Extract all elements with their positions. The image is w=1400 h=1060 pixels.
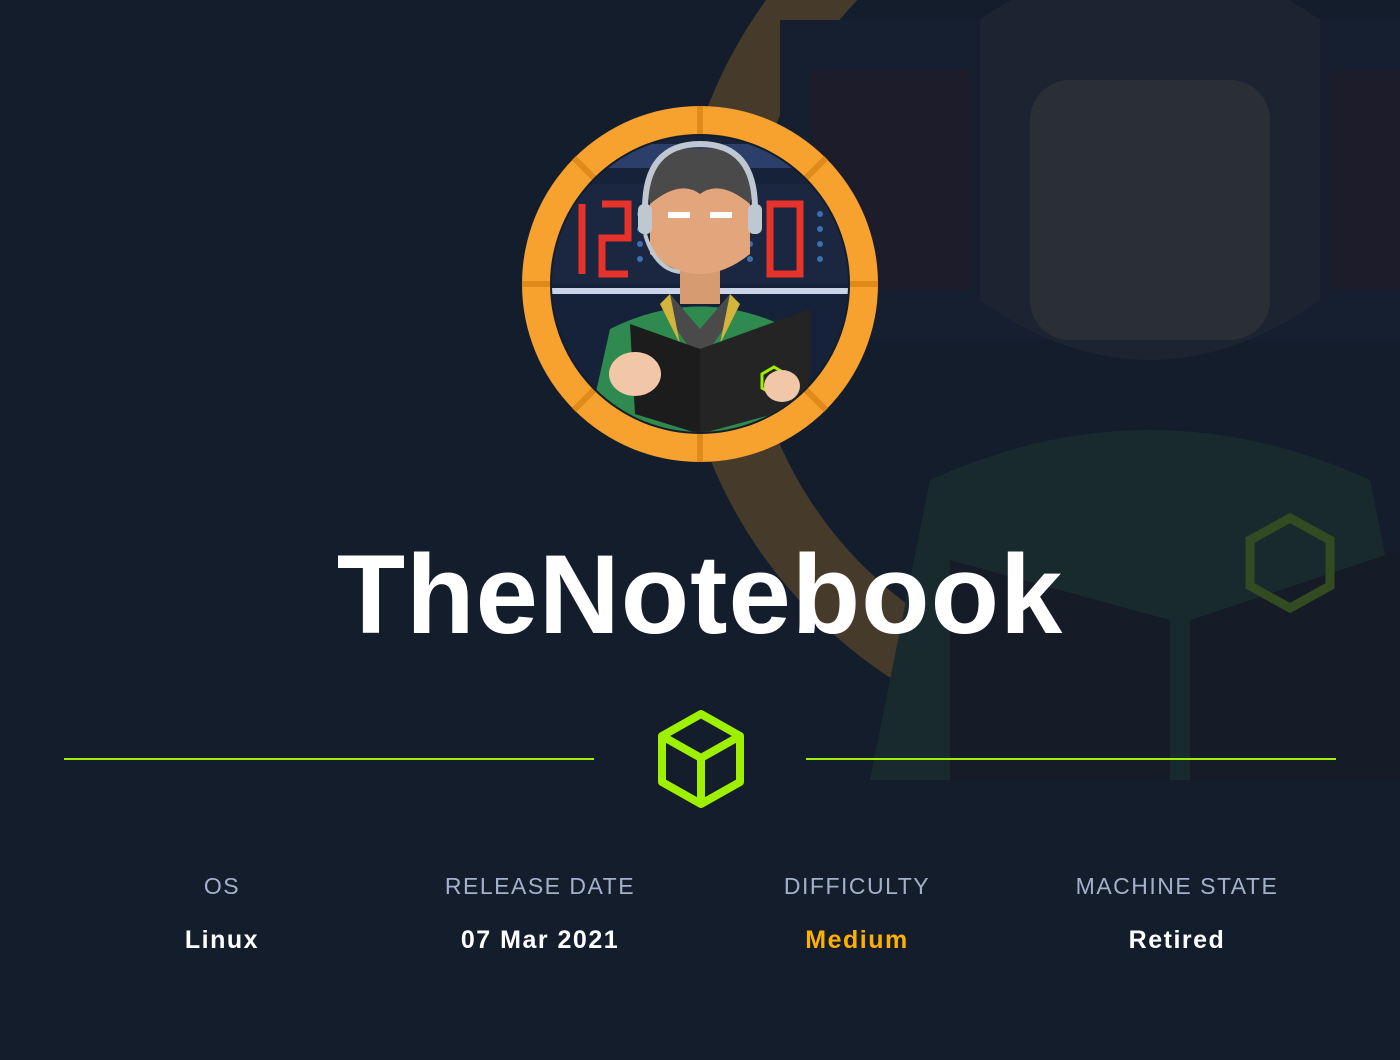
stat-machine-state-value: Retired	[1128, 926, 1226, 954]
machine-card: TheNotebook OS Linux RELEASE DATE 07 Mar…	[0, 0, 1400, 1060]
stat-release-date: RELEASE DATE 07 Mar 2021	[380, 870, 700, 956]
machine-avatar	[522, 106, 878, 462]
stat-release-date-label: RELEASE DATE	[444, 873, 636, 899]
divider-line-left	[64, 758, 594, 760]
stat-difficulty-label: DIFFICULTY	[783, 873, 931, 899]
stat-os-label: OS	[203, 873, 241, 899]
machine-name: TheNotebook	[336, 532, 1064, 657]
stat-machine-state-label: MACHINE STATE	[1075, 873, 1279, 899]
divider-line-right	[806, 758, 1336, 760]
stat-os-value: Linux	[184, 926, 260, 954]
stat-difficulty: DIFFICULTY Medium	[697, 870, 1017, 956]
stat-difficulty-value: Medium	[805, 926, 909, 954]
cube-icon	[658, 710, 744, 808]
stat-machine-state: MACHINE STATE Retired	[1017, 870, 1337, 956]
stat-release-date-value: 07 Mar 2021	[460, 926, 620, 954]
stat-os: OS Linux	[62, 870, 382, 956]
